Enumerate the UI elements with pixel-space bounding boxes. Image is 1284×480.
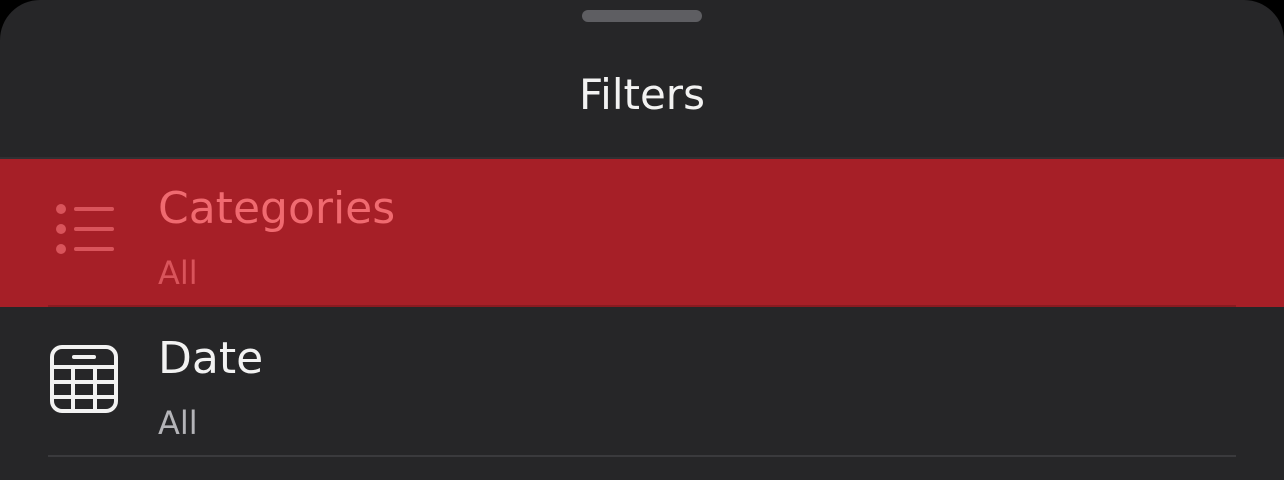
list-icon: [56, 204, 114, 254]
filter-label-categories: Categories: [158, 183, 396, 234]
sheet-grabber-handle[interactable]: [582, 10, 702, 22]
filter-row-categories[interactable]: Categories All: [0, 159, 1284, 307]
calendar-icon: [50, 345, 118, 413]
filter-row-date[interactable]: Date All: [0, 309, 1284, 457]
row-separator: [48, 455, 1236, 457]
row-separator: [48, 305, 1236, 307]
filter-value-date: All: [158, 404, 198, 442]
filters-sheet: Filters Categories All Date All: [0, 0, 1284, 480]
sheet-title: Filters: [579, 70, 705, 119]
filter-value-categories: All: [158, 254, 198, 292]
filter-label-date: Date: [158, 333, 264, 384]
